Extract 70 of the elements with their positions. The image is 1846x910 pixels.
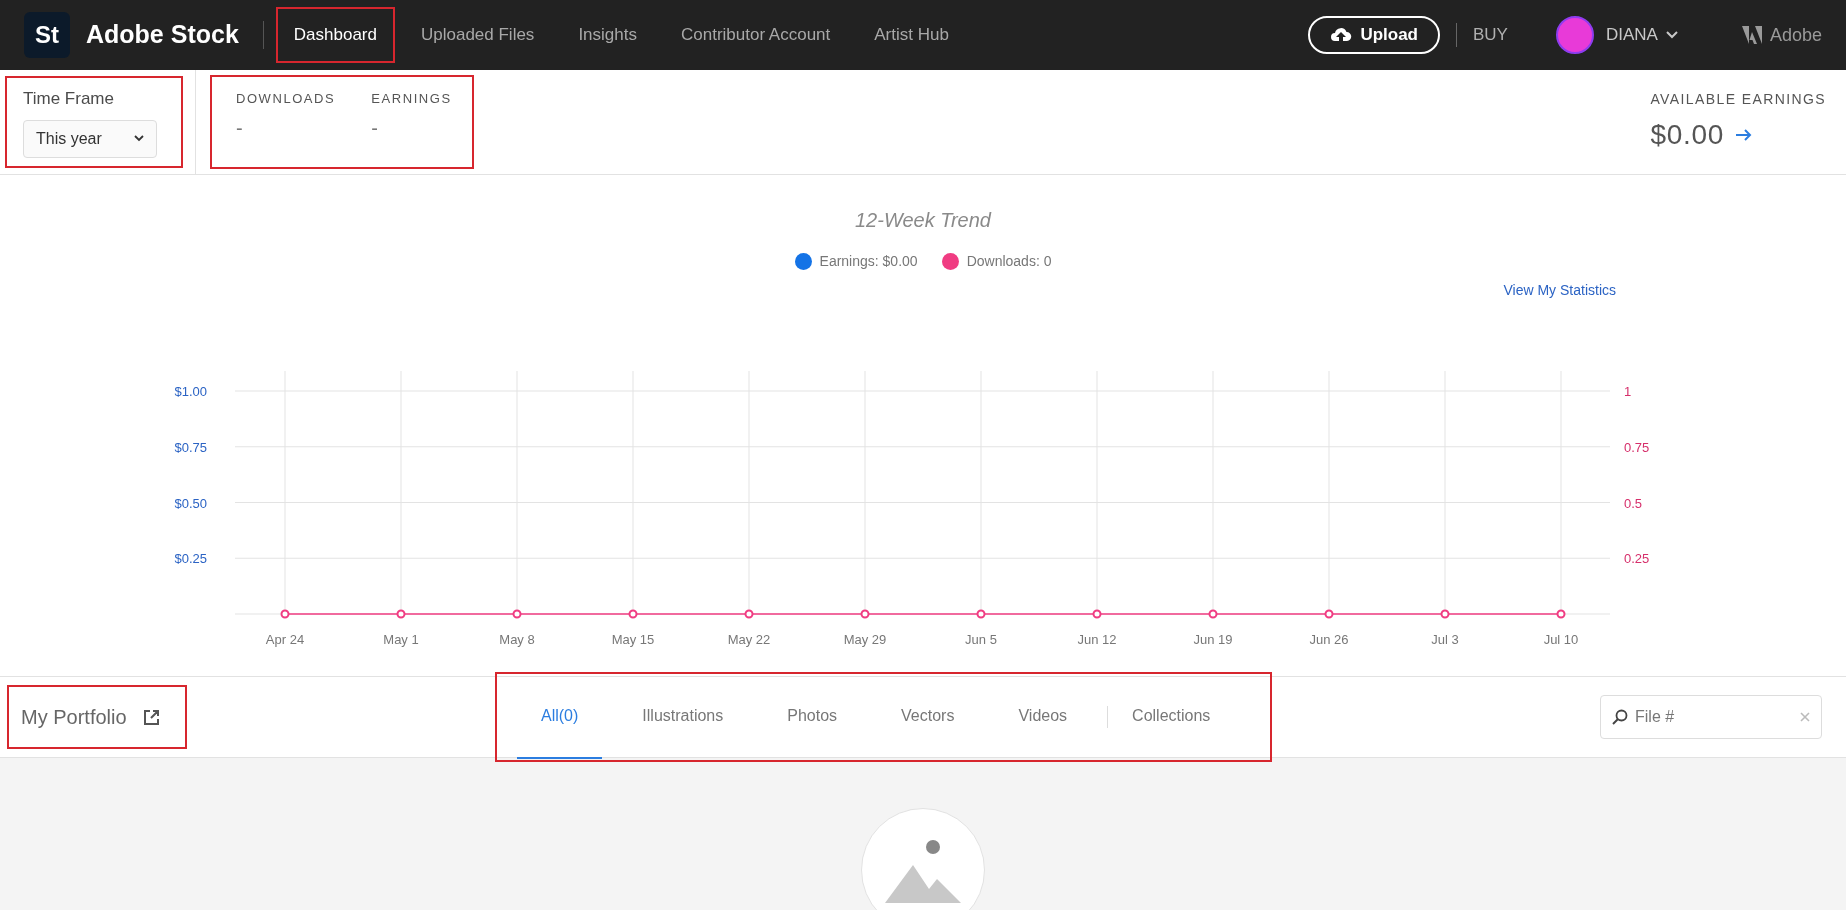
x-axis-label: Jun 26	[1309, 632, 1349, 647]
stat-label: DOWNLOADS	[236, 90, 336, 108]
nav-link[interactable]: Uploaded Files	[402, 7, 553, 63]
y-axis-label: $0.50	[174, 495, 207, 511]
data-point	[976, 609, 986, 619]
time-frame-select[interactable]: This year	[23, 119, 157, 158]
y-axis-label: $1.00	[174, 384, 207, 399]
x-axis-label: Jun 12	[1077, 632, 1117, 647]
data-point	[628, 609, 638, 619]
legend-label: Earnings: $0.00	[819, 252, 918, 271]
chevron-down-icon	[134, 135, 144, 142]
portfolio-tab[interactable]: Illustrations	[618, 675, 748, 759]
portfolio-tab[interactable]: Photos	[763, 675, 862, 759]
y-axis-label: $0.25	[174, 551, 207, 567]
x-axis-label: Apr 24	[265, 632, 305, 647]
data-point	[280, 609, 290, 619]
buy-link[interactable]: BUY	[1473, 22, 1508, 48]
x-axis-label: May 1	[383, 632, 419, 647]
y-axis-label: 0.5	[1624, 495, 1643, 511]
x-axis-label: May 22	[727, 632, 771, 647]
nav-link[interactable]: Dashboard	[275, 7, 395, 63]
view-statistics-link[interactable]: View My Statistics	[1503, 280, 1616, 301]
cloud-upload-icon	[1330, 26, 1353, 44]
data-point	[1208, 609, 1218, 619]
data-point	[1324, 609, 1334, 619]
file-search-field[interactable]: File #	[1600, 695, 1822, 739]
nav-link[interactable]: Insights	[560, 7, 655, 63]
data-point	[860, 609, 870, 619]
stat-value: -	[236, 115, 244, 141]
data-point	[744, 609, 754, 619]
user-name[interactable]: DIANA	[1605, 22, 1658, 48]
external-link-icon[interactable]	[142, 708, 160, 726]
adobe-logo-icon	[1741, 26, 1762, 44]
upload-button[interactable]: Upload	[1308, 16, 1440, 54]
arrow-right-icon[interactable]	[1735, 128, 1752, 141]
y-axis-label: 0.25	[1624, 551, 1650, 567]
avatar-icon[interactable]	[1555, 16, 1594, 54]
y-axis-label: 1	[1624, 384, 1632, 399]
portfolio-tab[interactable]: Videos	[994, 675, 1092, 759]
portfolio-title: My Portfolio	[21, 705, 127, 730]
chart-title: 12-Week Trend	[854, 208, 993, 233]
y-axis-label: $0.75	[174, 439, 207, 455]
logo-mark: St	[24, 12, 70, 58]
nav-link[interactable]: Artist Hub	[856, 7, 967, 63]
stat-value: -	[371, 115, 379, 141]
data-point	[1092, 609, 1102, 619]
legend-label: Downloads: 0	[966, 252, 1052, 271]
x-axis-label: Jun 5	[965, 632, 997, 647]
x-axis-label: May 8	[499, 632, 535, 647]
stat-label: EARNINGS	[371, 90, 452, 108]
data-point	[512, 609, 522, 619]
x-axis-label: Jul 10	[1543, 632, 1579, 647]
portfolio-tab[interactable]: Collections	[1108, 675, 1235, 759]
x-axis-label: May 15	[611, 632, 655, 647]
time-frame-label: Time Frame	[23, 88, 115, 110]
data-point	[1440, 609, 1450, 619]
x-axis-label: May 29	[843, 632, 887, 647]
brand-name: Adobe Stock	[86, 19, 239, 51]
chevron-down-icon[interactable]	[1665, 31, 1678, 39]
data-point	[1556, 609, 1566, 619]
y-axis-label: 0.75	[1624, 439, 1650, 455]
adobe-label: Adobe	[1769, 23, 1822, 47]
data-point	[396, 609, 406, 619]
search-icon	[1612, 709, 1628, 725]
nav-link[interactable]: Contributor Account	[662, 7, 849, 63]
available-earnings-value: $0.00	[1650, 117, 1724, 152]
available-earnings-label: AVAILABLE EARNINGS	[1650, 89, 1826, 109]
portfolio-tab[interactable]: Vectors	[877, 675, 979, 759]
x-axis-label: Jul 3	[1431, 632, 1459, 647]
x-axis-label: Jun 19	[1193, 632, 1233, 647]
